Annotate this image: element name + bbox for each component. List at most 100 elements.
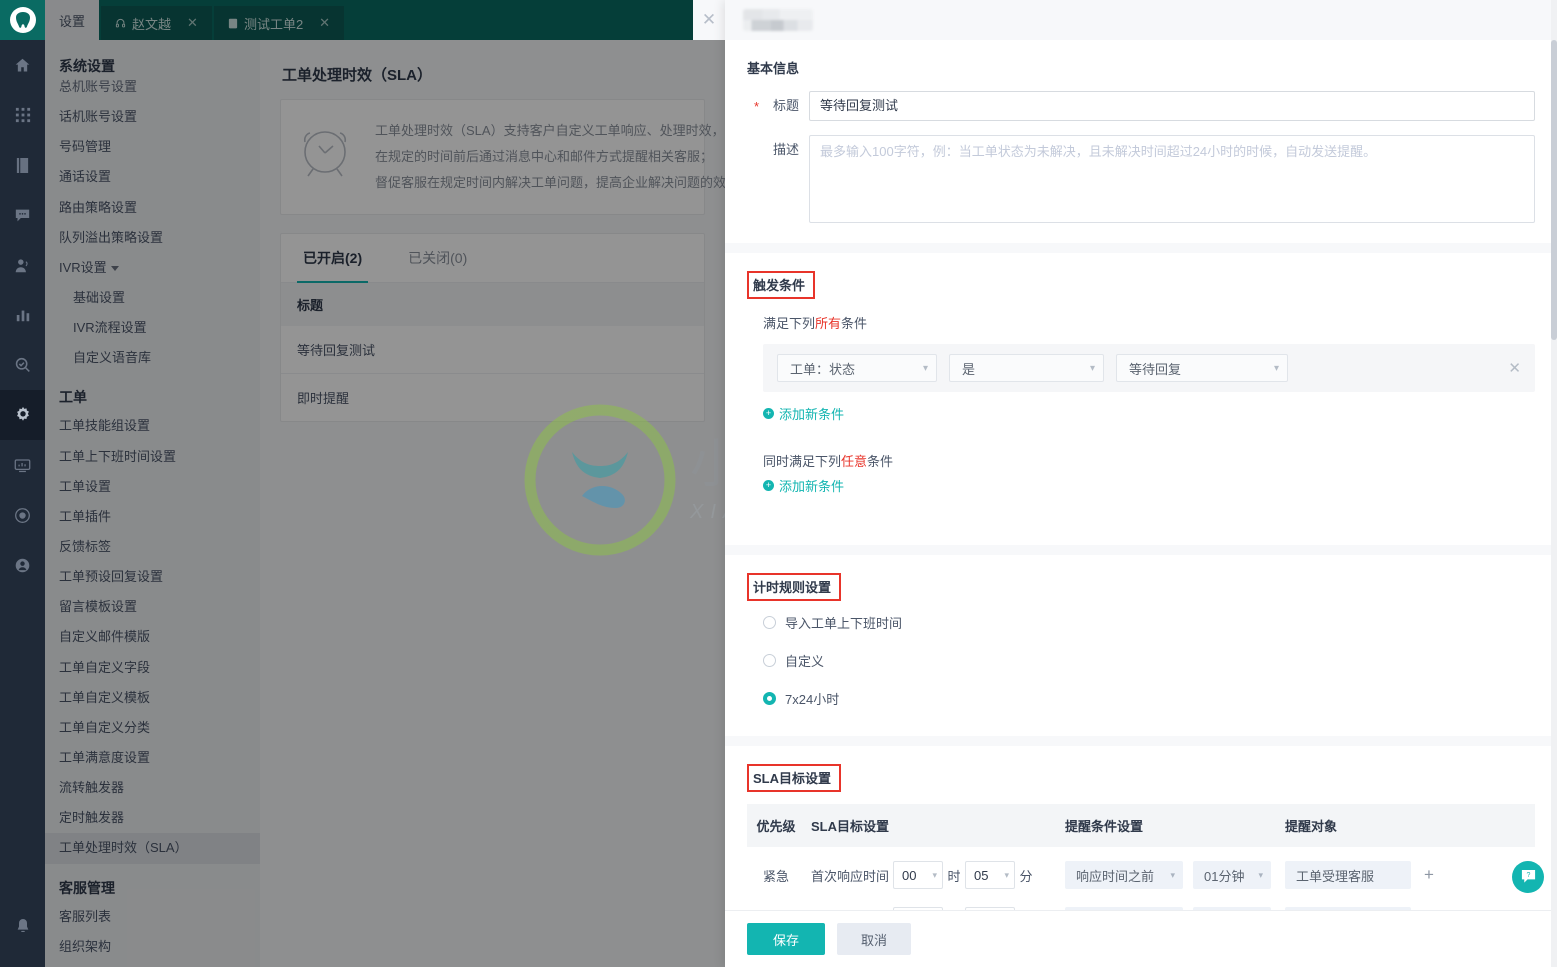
gear-icon[interactable] bbox=[0, 390, 45, 440]
modal-scrollbar-thumb[interactable] bbox=[1551, 40, 1557, 340]
condition-value-select[interactable]: 等待回复 ▾ bbox=[1116, 354, 1288, 382]
ticket-icon bbox=[228, 18, 238, 29]
remind-target-select[interactable]: 工单受理客服 bbox=[1285, 907, 1411, 910]
radio-import-work-hours[interactable]: 导入工单上下班时间 bbox=[763, 613, 1535, 632]
add-condition-link-all[interactable]: + 添加新条件 bbox=[763, 404, 1535, 423]
info-card: 工单处理时效（SLA）支持客户自定义工单响应、处理时效， 在规定的时间前后通过消… bbox=[280, 99, 725, 215]
tab-settings[interactable]: 设置 bbox=[45, 0, 100, 40]
sidebar-item-ticket-settings[interactable]: 工单设置 bbox=[45, 472, 260, 502]
table-row[interactable]: 等待回复测试 bbox=[281, 326, 704, 374]
sidebar-item-custom-category[interactable]: 工单自定义分类 bbox=[45, 713, 260, 743]
sidebar-item-basic-settings[interactable]: 基础设置 bbox=[45, 283, 260, 313]
modal-close-button[interactable]: ✕ bbox=[693, 0, 725, 40]
sidebar-item-timed-trigger[interactable]: 定时触发器 bbox=[45, 803, 260, 833]
chevron-down-icon: ▾ bbox=[922, 362, 928, 374]
headset-icon bbox=[115, 18, 126, 29]
radio-label: 导入工单上下班时间 bbox=[785, 616, 903, 631]
sidebar-item-custom-template[interactable]: 工单自定义模板 bbox=[45, 683, 260, 713]
unit-hour-label: 时 bbox=[947, 868, 961, 884]
cancel-button[interactable]: 取消 bbox=[837, 923, 912, 955]
section-timing-rules: 计时规则设置 导入工单上下班时间 自定义 7x24小时 bbox=[725, 555, 1557, 736]
close-icon[interactable]: ✕ bbox=[319, 15, 330, 31]
title-input[interactable]: 等待回复测试 bbox=[809, 91, 1535, 121]
remind-when-select[interactable]: 响应时间之前 ▾ bbox=[1065, 861, 1183, 889]
list-tabs: 已开启(2) 已关闭(0) bbox=[281, 234, 704, 283]
close-icon[interactable]: ✕ bbox=[187, 15, 198, 31]
user-circle-icon[interactable] bbox=[0, 540, 45, 590]
sidebar-item-ivr-flow[interactable]: IVR流程设置 bbox=[45, 313, 260, 343]
chevron-down-icon: ▾ bbox=[1170, 869, 1175, 880]
sidebar-item-preset-reply[interactable]: 工单预设回复设置 bbox=[45, 562, 260, 592]
record-icon[interactable] bbox=[0, 490, 45, 540]
tab-ticket[interactable]: 测试工单2 ✕ bbox=[213, 6, 345, 40]
sidebar-item-org-structure[interactable]: 组织架构 bbox=[45, 932, 260, 962]
sidebar-item-flow-trigger[interactable]: 流转触发器 bbox=[45, 773, 260, 803]
browser-tab-bar: 设置 赵文越 ✕ 测试工单2 ✕ bbox=[45, 0, 725, 40]
sidebar-item-satisfaction[interactable]: 工单满意度设置 bbox=[45, 743, 260, 773]
bell-icon[interactable] bbox=[0, 901, 45, 951]
minutes-select[interactable]: 10 ▾ bbox=[965, 907, 1015, 910]
monitor-icon[interactable] bbox=[0, 440, 45, 490]
save-button[interactable]: 保存 bbox=[747, 923, 826, 955]
sidebar-item-work-hours[interactable]: 工单上下班时间设置 bbox=[45, 442, 260, 472]
sidebar-item-voice-library[interactable]: 自定义语音库 bbox=[45, 343, 260, 373]
remind-when-select[interactable]: 解决时间之后 ▾ bbox=[1065, 907, 1183, 910]
contacts-icon[interactable] bbox=[0, 240, 45, 290]
sidebar-item-ticket-plugin[interactable]: 工单插件 bbox=[45, 502, 260, 532]
remind-target-select[interactable]: 工单受理客服 bbox=[1285, 861, 1411, 889]
radio-label: 7x24小时 bbox=[785, 692, 840, 707]
apps-grid-icon[interactable] bbox=[0, 90, 45, 140]
sidebar-item-call-settings[interactable]: 通话设置 bbox=[45, 162, 260, 192]
home-icon[interactable] bbox=[0, 40, 45, 90]
search-check-icon[interactable] bbox=[0, 340, 45, 390]
hours-select[interactable]: 00 ▾ bbox=[893, 907, 943, 910]
tab-enabled[interactable]: 已开启(2) bbox=[297, 234, 369, 283]
tab-label: 测试工单2 bbox=[243, 16, 304, 32]
sidebar-item-feedback-tags[interactable]: 反馈标签 bbox=[45, 532, 260, 562]
sidebar-item-message-template[interactable]: 留言模板设置 bbox=[45, 592, 260, 622]
sidebar-item-ivr[interactable]: IVR设置 bbox=[45, 253, 260, 283]
select-value: 等待回复 bbox=[1129, 361, 1182, 377]
select-value: 响应时间之前 bbox=[1076, 868, 1155, 884]
description-label: 描述 bbox=[772, 142, 799, 157]
condition-operator-select[interactable]: 是 ▾ bbox=[949, 354, 1104, 382]
sidebar-item-skill-group[interactable]: 工单技能组设置 bbox=[45, 411, 260, 441]
plus-icon[interactable]: + bbox=[1419, 865, 1439, 885]
all-conditions-note: 满足下列所有条件 bbox=[763, 313, 1535, 332]
table-row[interactable]: 即时提醒 bbox=[281, 374, 704, 421]
settings-sidebar: 系统设置 总机账号设置 话机账号设置 号码管理 通话设置 路由策略设置 队列溢出… bbox=[45, 40, 260, 967]
sidebar-item-clipped[interactable]: 总机账号设置 bbox=[45, 72, 260, 102]
sidebar-item-queue-overflow[interactable]: 队列溢出策略设置 bbox=[45, 223, 260, 253]
book-icon[interactable] bbox=[0, 140, 45, 190]
chart-bar-icon[interactable] bbox=[0, 290, 45, 340]
remind-offset-select[interactable]: 00分钟 ▾ bbox=[1193, 907, 1271, 910]
remove-condition-icon[interactable]: ✕ bbox=[1508, 359, 1521, 377]
help-chat-icon[interactable]: ? bbox=[1512, 861, 1544, 893]
sidebar-item-number-mgmt[interactable]: 号码管理 bbox=[45, 132, 260, 162]
tab-disabled[interactable]: 已关闭(0) bbox=[402, 234, 473, 282]
sidebar-item-phone-account[interactable]: 话机账号设置 bbox=[45, 102, 260, 132]
sidebar-item-agent-list[interactable]: 客服列表 bbox=[45, 902, 260, 932]
remind-offset-select[interactable]: 01分钟 ▾ bbox=[1193, 861, 1271, 889]
radio-7x24[interactable]: 7x24小时 bbox=[763, 689, 1535, 708]
sidebar-item-sla[interactable]: 工单处理时效（SLA） bbox=[45, 833, 260, 864]
page-title: 工单处理时效（SLA） bbox=[282, 67, 433, 84]
chat-icon[interactable] bbox=[0, 190, 45, 240]
info-text: 工单处理时效（SLA）支持客户自定义工单响应、处理时效， 在规定的时间前后通过消… bbox=[375, 118, 725, 196]
sidebar-item-routing-policy[interactable]: 路由策略设置 bbox=[45, 193, 260, 223]
add-condition-link-any[interactable]: + 添加新条件 bbox=[763, 476, 1535, 495]
sidebar-item-role-permission[interactable]: 角色权限管理 bbox=[45, 962, 260, 967]
sidebar-item-email-template[interactable]: 自定义邮件模版 bbox=[45, 622, 260, 652]
description-textarea[interactable]: 最多输入100字符，例：当工单状态为未解决，且未解决时间超过24小时的时候，自动… bbox=[809, 135, 1535, 223]
modal-header bbox=[725, 0, 1557, 40]
modal-scrollbar-track[interactable] bbox=[1551, 0, 1557, 967]
tab-agent[interactable]: 赵文越 ✕ bbox=[101, 6, 212, 40]
radio-custom[interactable]: 自定义 bbox=[763, 651, 1535, 670]
sidebar-group-ticket: 工单 bbox=[59, 389, 87, 406]
hours-select[interactable]: 00 ▾ bbox=[893, 861, 943, 889]
condition-field-select[interactable]: 工单：状态 ▾ bbox=[777, 354, 937, 382]
link-label: 添加新条件 bbox=[779, 407, 845, 422]
radio-selected-icon bbox=[763, 692, 776, 705]
minutes-select[interactable]: 05 ▾ bbox=[965, 861, 1015, 889]
sidebar-item-custom-fields[interactable]: 工单自定义字段 bbox=[45, 653, 260, 683]
